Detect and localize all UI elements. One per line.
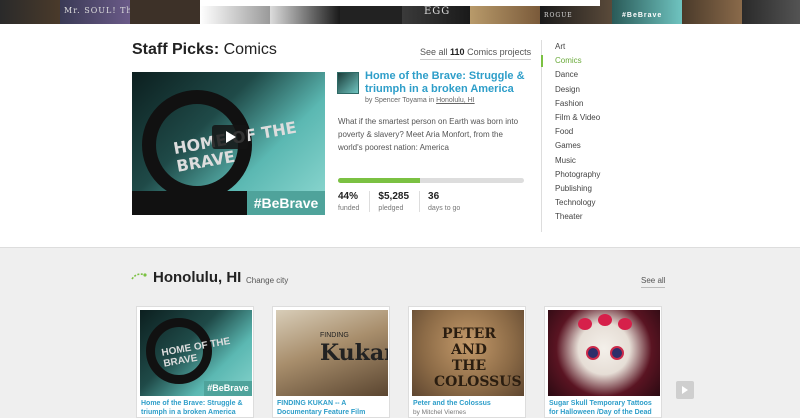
artwork-bar <box>132 191 247 215</box>
stat-funded: 44% funded <box>338 191 371 212</box>
stat-days-to-go: 36 days to go <box>428 191 461 212</box>
category-link-film-video[interactable]: Film & Video <box>542 111 621 125</box>
strip-tile-label: EGG <box>424 6 451 17</box>
project-card[interactable]: PETER AND THE COLOSSUS Peter and the Col… <box>408 306 526 418</box>
strip-tile-label: #BeBrave <box>622 12 663 19</box>
next-arrow-icon[interactable] <box>676 381 694 399</box>
strip-tile[interactable]: Mr. SOUL! The Movie <box>60 0 130 24</box>
strip-tile[interactable] <box>682 0 742 24</box>
search-dropdown-edge <box>200 0 600 6</box>
category-link-theater[interactable]: Theater <box>542 210 621 224</box>
project-title-link[interactable]: Home of the Brave: Struggle & triumph in… <box>365 70 525 96</box>
project-card-image[interactable]: HOME OF THE BRAVE #BeBrave <box>140 310 252 396</box>
project-byline: by Spencer Toyama in Honolulu, HI <box>365 97 475 104</box>
city-heading: Honolulu, HI <box>153 269 242 286</box>
strip-tile[interactable] <box>742 0 800 24</box>
project-card-title[interactable]: Home of the Brave: Struggle & triumph in… <box>141 399 253 417</box>
category-link-games[interactable]: Games <box>542 139 621 153</box>
flower-icon <box>618 318 632 330</box>
category-link-art[interactable]: Art <box>542 40 621 54</box>
project-card-title[interactable]: Peter and the Colossus <box>413 399 525 408</box>
project-avatar[interactable] <box>337 72 359 94</box>
flower-icon <box>578 318 592 330</box>
strip-tile[interactable]: #BeBrave <box>612 0 682 24</box>
play-icon[interactable] <box>212 125 248 149</box>
category-link-technology[interactable]: Technology <box>542 196 621 210</box>
project-card[interactable]: HOME OF THE BRAVE #BeBrave Home of the B… <box>136 306 254 418</box>
category-link-photography[interactable]: Photography <box>542 168 621 182</box>
artwork-subtext: FINDING <box>320 332 349 339</box>
project-card-title[interactable]: FINDING KUKAN -- A Documentary Feature F… <box>277 399 389 417</box>
strip-tile-label: ROGUE <box>544 12 573 19</box>
artwork-hashtag: #BeBrave <box>204 381 252 396</box>
see-all-local-link[interactable]: See all <box>641 276 666 288</box>
page-title: Staff Picks: Comics <box>132 41 277 58</box>
project-card-title[interactable]: Sugar Skull Temporary Tattoos for Hallow… <box>549 399 661 417</box>
strip-tile[interactable] <box>130 0 200 24</box>
project-description: What if the smartest person on Earth was… <box>338 117 519 152</box>
location-icon <box>131 273 147 280</box>
project-video[interactable]: HOME OF THE BRAVE #BeBrave <box>132 72 325 215</box>
category-link-design[interactable]: Design <box>542 83 621 97</box>
project-card[interactable]: Sugar Skull Temporary Tattoos for Hallow… <box>544 306 662 418</box>
skull-eye <box>610 346 624 360</box>
flower-icon <box>598 314 612 326</box>
project-card-image[interactable]: FINDING Kukan <box>276 310 388 396</box>
stat-pledged: $5,285 pledged <box>378 191 421 212</box>
category-link-publishing[interactable]: Publishing <box>542 182 621 196</box>
project-card-image[interactable]: PETER AND THE COLOSSUS <box>412 310 524 396</box>
project-card-byline: by Mitchel Viernes <box>413 409 466 416</box>
artwork-text: Kukan <box>320 340 388 366</box>
strip-tile[interactable] <box>0 0 60 24</box>
project-card[interactable]: FINDING Kukan FINDING KUKAN -- A Documen… <box>272 306 390 418</box>
artwork-text: PETER AND THE COLOSSUS <box>434 326 522 390</box>
category-link-music[interactable]: Music <box>542 154 621 168</box>
see-all-comics-link[interactable]: See all 110 Comics projects <box>420 47 532 60</box>
category-nav: Art Comics Dance Design Fashion Film & Video F… <box>541 40 621 232</box>
funding-progress-fill <box>338 178 420 183</box>
project-stats: 44% funded $5,285 pledged 36 days to go <box>338 191 478 212</box>
category-link-comics[interactable]: Comics <box>541 54 621 68</box>
skull-eye <box>586 346 600 360</box>
category-link-dance[interactable]: Dance <box>542 68 621 82</box>
funding-progress-bar <box>338 178 524 183</box>
change-city-link[interactable]: Change city <box>246 276 288 285</box>
category-link-food[interactable]: Food <box>542 125 621 139</box>
project-location-link[interactable]: Honolulu, HI <box>436 97 475 104</box>
category-link-fashion[interactable]: Fashion <box>542 97 621 111</box>
video-hashtag: #BeBrave <box>247 191 325 215</box>
strip-tile-label: Mr. SOUL! The Movie <box>64 6 130 15</box>
project-card-image[interactable] <box>548 310 660 396</box>
